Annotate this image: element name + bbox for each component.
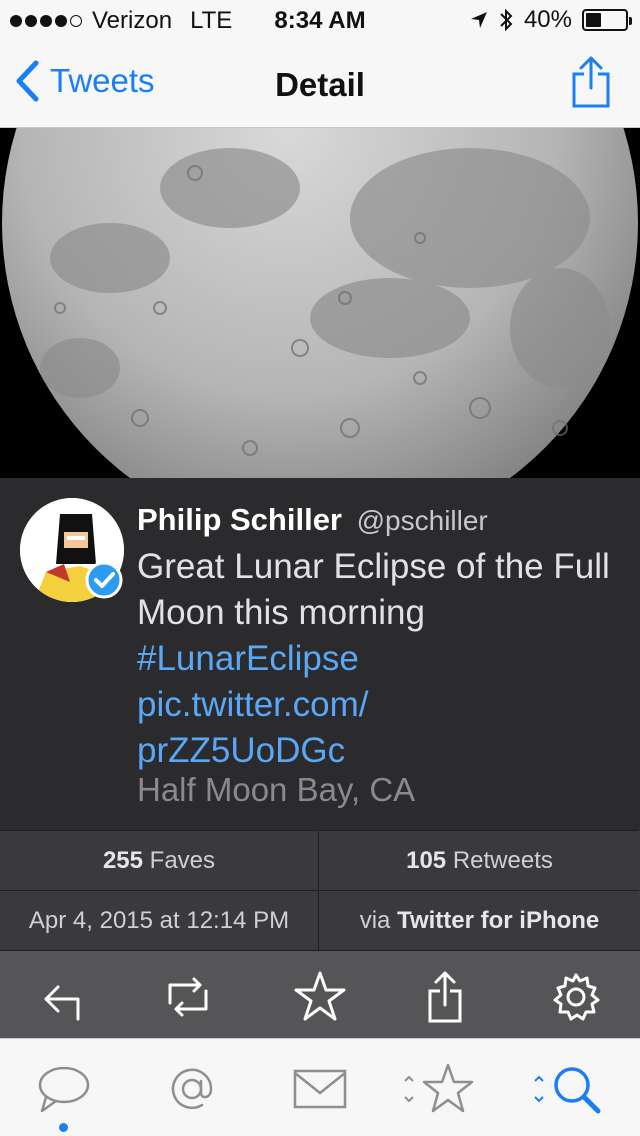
author-name: Philip Schiller bbox=[137, 502, 342, 537]
location-arrow-icon bbox=[470, 12, 487, 28]
retweets-label: Retweets bbox=[452, 846, 553, 874]
tweet-body: Great Lunar Eclipse of the Full Moon thi… bbox=[137, 547, 610, 632]
faves-count: 255 bbox=[102, 846, 143, 874]
unread-indicator bbox=[59, 1123, 68, 1132]
battery-percent: 40% bbox=[523, 6, 572, 33]
tweet-photo[interactable] bbox=[0, 128, 640, 478]
client-name: Twitter for iPhone bbox=[397, 906, 600, 934]
favorite-icon[interactable] bbox=[292, 969, 348, 1025]
faves-count-button[interactable]: 255 Faves bbox=[0, 830, 319, 890]
share-icon[interactable] bbox=[420, 969, 476, 1025]
search-icon[interactable] bbox=[530, 1061, 610, 1117]
tweet-timestamp: Apr 4, 2015 at 12:14 PM bbox=[0, 890, 319, 950]
share-icon[interactable] bbox=[570, 54, 612, 110]
battery-icon bbox=[582, 9, 632, 31]
moon-image bbox=[0, 128, 640, 478]
retweets-count-button[interactable]: 105 Retweets bbox=[320, 830, 639, 890]
photo-link-part2: prZZ5UoDGc bbox=[137, 731, 346, 770]
retweet-icon[interactable] bbox=[160, 969, 216, 1025]
status-right: 40% bbox=[470, 6, 632, 34]
bluetooth-icon bbox=[500, 8, 513, 32]
photo-link-part1: pic.twitter.com/ bbox=[137, 685, 369, 724]
verified-badge-icon bbox=[85, 561, 123, 599]
retweets-count: 105 bbox=[406, 846, 447, 874]
mentions-icon[interactable] bbox=[164, 1061, 220, 1117]
tweet-text: Great Lunar Eclipse of the Full Moon thi… bbox=[137, 544, 627, 774]
status-bar: Verizon LTE 8:34 AM 40% bbox=[0, 0, 640, 40]
tweet-actions-toolbar bbox=[0, 950, 640, 1038]
tweet-stats: 255 Faves 105 Retweets Apr 4, 2015 at 12… bbox=[0, 830, 640, 950]
reply-icon[interactable] bbox=[36, 969, 92, 1025]
faves-label: Faves bbox=[149, 846, 216, 874]
messages-icon[interactable] bbox=[292, 1061, 348, 1117]
tweet-detail: Philip Schiller @pschiller Great Lunar E… bbox=[0, 478, 640, 830]
tweet-client[interactable]: via Twitter for iPhone bbox=[320, 890, 639, 950]
photo-link[interactable]: pic.twitter.com/prZZ5UoDGc bbox=[137, 685, 368, 770]
timestamp-text: Apr 4, 2015 at 12:14 PM bbox=[28, 906, 290, 934]
hashtag-link[interactable]: #LunarEclipse bbox=[137, 639, 359, 678]
author-handle: @pschiller bbox=[356, 505, 488, 536]
tweet-location[interactable]: Half Moon Bay, CA bbox=[137, 771, 415, 809]
timeline-icon[interactable] bbox=[36, 1061, 92, 1117]
favorites-icon[interactable] bbox=[400, 1061, 480, 1117]
page-title: Detail bbox=[275, 66, 365, 103]
tab-bar bbox=[0, 1038, 640, 1136]
navigation-bar: Tweets Detail bbox=[0, 40, 640, 128]
author-line[interactable]: Philip Schiller @pschiller bbox=[137, 502, 488, 538]
settings-icon[interactable] bbox=[548, 969, 604, 1025]
via-prefix: via bbox=[359, 906, 391, 934]
